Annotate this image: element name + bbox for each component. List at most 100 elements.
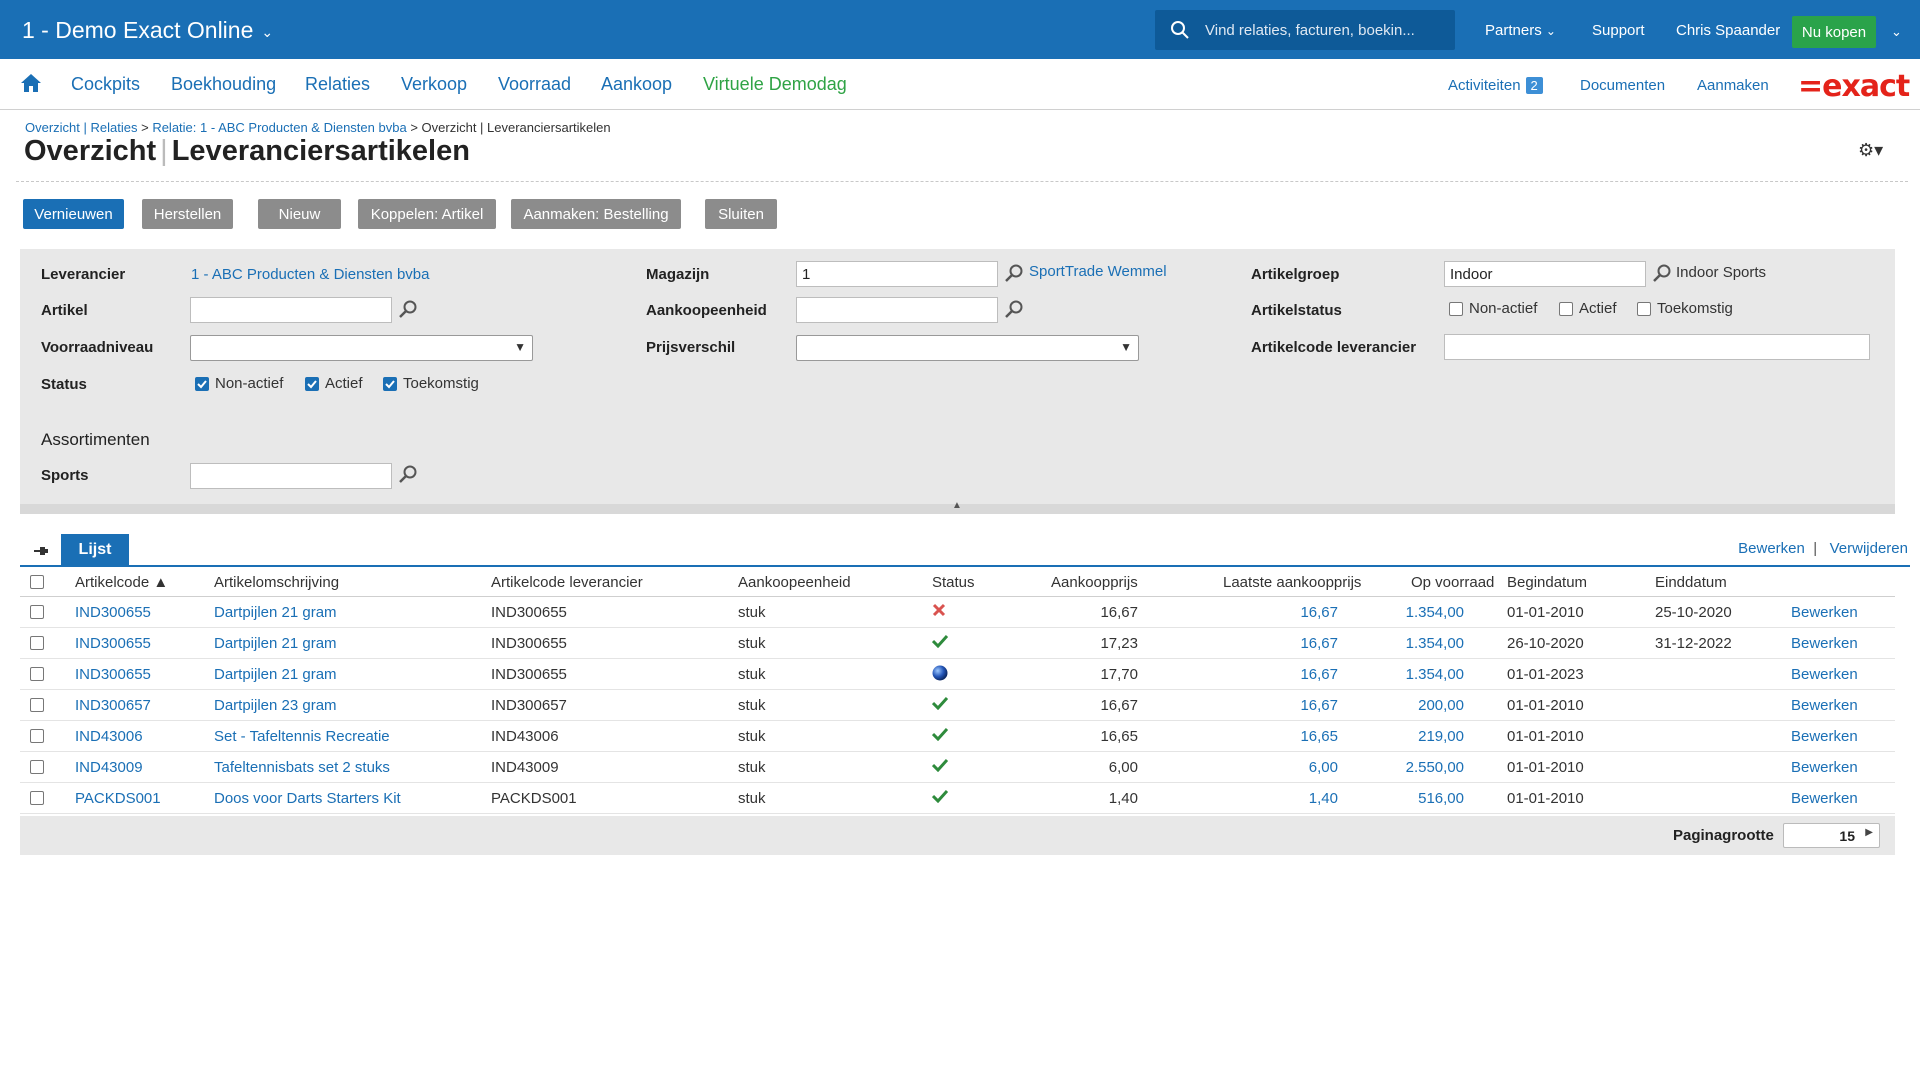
stock-link[interactable]: 1.354,00 xyxy=(1350,666,1464,683)
row-checkbox[interactable] xyxy=(30,698,44,712)
row-checkbox[interactable] xyxy=(30,636,44,650)
new-button[interactable]: Nieuw xyxy=(258,199,341,229)
item-description-link[interactable]: Dartpijlen 21 gram xyxy=(214,604,337,621)
activities-link[interactable]: Activiteiten 2 xyxy=(1448,77,1543,94)
last-purchase-price-link[interactable]: 16,67 xyxy=(1220,604,1338,621)
delete-list-link[interactable]: Verwijderen xyxy=(1830,540,1908,557)
breadcrumb-relation[interactable]: Relatie: 1 - ABC Producten & Diensten bv… xyxy=(152,120,406,135)
tools-icon[interactable]: ⚙▾ xyxy=(1858,140,1883,161)
warehouse-link[interactable]: SportTrade Wemmel xyxy=(1029,263,1167,280)
support-link[interactable]: Support xyxy=(1592,22,1645,39)
item-description-link[interactable]: Dartpijlen 23 gram xyxy=(214,697,337,714)
item-code-link[interactable]: IND300657 xyxy=(75,697,151,714)
item-description-link[interactable]: Dartpijlen 21 gram xyxy=(214,666,337,683)
row-checkbox[interactable] xyxy=(30,791,44,805)
row-checkbox[interactable] xyxy=(30,760,44,774)
col-artikelcode[interactable]: Artikelcode ▲ xyxy=(75,574,168,591)
item-status-active-checkbox[interactable]: Actief xyxy=(1559,300,1617,317)
last-purchase-price-link[interactable]: 16,67 xyxy=(1220,635,1338,652)
item-description-link[interactable]: Doos voor Darts Starters Kit xyxy=(214,790,401,807)
item-description-link[interactable]: Dartpijlen 21 gram xyxy=(214,635,337,652)
price-diff-select[interactable]: ▼ xyxy=(796,335,1139,361)
global-search[interactable] xyxy=(1155,10,1455,50)
nav-boekhouding[interactable]: Boekhouding xyxy=(171,74,276,95)
collapse-filter-bar[interactable]: ▲ xyxy=(20,500,1895,514)
row-edit-link[interactable]: Bewerken xyxy=(1791,666,1858,683)
page-size-stepper[interactable]: 15 ▶ xyxy=(1783,823,1880,848)
create-link[interactable]: Aanmaken xyxy=(1697,77,1769,94)
col-op-voorraad[interactable]: Op voorraad xyxy=(1411,574,1494,591)
stock-level-select[interactable]: ▼ xyxy=(190,335,533,361)
item-description-link[interactable]: Tafeltennisbats set 2 stuks xyxy=(214,759,390,776)
col-aankoopeenheid[interactable]: Aankoopeenheid xyxy=(738,574,851,591)
last-purchase-price-link[interactable]: 16,67 xyxy=(1220,666,1338,683)
stock-link[interactable]: 219,00 xyxy=(1350,728,1464,745)
magnifier-icon[interactable] xyxy=(1652,263,1672,288)
link-item-button[interactable]: Koppelen: Artikel xyxy=(358,199,496,229)
magnifier-icon[interactable] xyxy=(1004,299,1024,324)
magnifier-icon[interactable] xyxy=(398,299,418,324)
row-checkbox[interactable] xyxy=(30,667,44,681)
pin-icon[interactable] xyxy=(34,543,48,561)
item-code-link[interactable]: IND300655 xyxy=(75,635,151,652)
chevron-down-icon[interactable]: ⌄ xyxy=(1891,24,1902,40)
stock-link[interactable]: 1.354,00 xyxy=(1350,604,1464,621)
user-menu[interactable]: Chris Spaander xyxy=(1676,22,1780,39)
status-inactive-checkbox[interactable]: Non-actief xyxy=(195,375,283,392)
reset-button[interactable]: Herstellen xyxy=(142,199,233,229)
create-order-button[interactable]: Aanmaken: Bestelling xyxy=(511,199,681,229)
warehouse-input[interactable] xyxy=(796,261,998,287)
item-description-link[interactable]: Set - Tafeltennis Recreatie xyxy=(214,728,390,745)
row-edit-link[interactable]: Bewerken xyxy=(1791,635,1858,652)
item-input[interactable] xyxy=(190,297,392,323)
nav-verkoop[interactable]: Verkoop xyxy=(401,74,467,95)
breadcrumb-overview-relations[interactable]: Overzicht | Relaties xyxy=(25,120,137,135)
status-active-checkbox[interactable]: Actief xyxy=(305,375,363,392)
item-status-future-checkbox[interactable]: Toekomstig xyxy=(1637,300,1733,317)
last-purchase-price-link[interactable]: 1,40 xyxy=(1220,790,1338,807)
edit-list-link[interactable]: Bewerken xyxy=(1738,540,1805,557)
close-button[interactable]: Sluiten xyxy=(705,199,777,229)
sports-input[interactable] xyxy=(190,463,392,489)
partners-menu[interactable]: Partners ⌄ xyxy=(1485,22,1556,39)
stock-link[interactable]: 1.354,00 xyxy=(1350,635,1464,652)
last-purchase-price-link[interactable]: 16,65 xyxy=(1220,728,1338,745)
buy-now-button[interactable]: Nu kopen xyxy=(1792,16,1876,48)
status-future-checkbox[interactable]: Toekomstig xyxy=(383,375,479,392)
col-begindatum[interactable]: Begindatum xyxy=(1507,574,1587,591)
col-status[interactable]: Status xyxy=(932,574,975,591)
app-title[interactable]: 1 - Demo Exact Online ⌄ xyxy=(22,17,273,44)
row-edit-link[interactable]: Bewerken xyxy=(1791,697,1858,714)
home-icon[interactable] xyxy=(20,73,42,98)
item-group-input[interactable] xyxy=(1444,261,1646,287)
nav-virtuele-demodag[interactable]: Virtuele Demodag xyxy=(703,74,847,95)
nav-voorraad[interactable]: Voorraad xyxy=(498,74,571,95)
col-artikelcode-leverancier[interactable]: Artikelcode leverancier xyxy=(491,574,643,591)
row-edit-link[interactable]: Bewerken xyxy=(1791,790,1858,807)
item-code-link[interactable]: IND43009 xyxy=(75,759,143,776)
row-checkbox[interactable] xyxy=(30,729,44,743)
tab-lijst[interactable]: Lijst xyxy=(61,534,129,566)
row-edit-link[interactable]: Bewerken xyxy=(1791,759,1858,776)
supplier-code-input[interactable] xyxy=(1444,334,1870,360)
nav-cockpits[interactable]: Cockpits xyxy=(71,74,140,95)
stock-link[interactable]: 2.550,00 xyxy=(1350,759,1464,776)
col-laatste-aankoopprijs[interactable]: Laatste aankoopprijs xyxy=(1223,574,1361,591)
supplier-link[interactable]: 1 - ABC Producten & Diensten bvba xyxy=(191,266,429,283)
documents-link[interactable]: Documenten xyxy=(1580,77,1665,94)
magnifier-icon[interactable] xyxy=(398,464,418,489)
item-code-link[interactable]: IND300655 xyxy=(75,604,151,621)
col-einddatum[interactable]: Einddatum xyxy=(1655,574,1727,591)
purchase-unit-input[interactable] xyxy=(796,297,998,323)
col-aankoopprijs[interactable]: Aankoopprijs xyxy=(1051,574,1138,591)
item-status-inactive-checkbox[interactable]: Non-actief xyxy=(1449,300,1537,317)
row-checkbox[interactable] xyxy=(30,605,44,619)
item-code-link[interactable]: IND300655 xyxy=(75,666,151,683)
select-all-checkbox[interactable] xyxy=(30,575,44,589)
search-input[interactable] xyxy=(1205,21,1435,39)
stock-link[interactable]: 200,00 xyxy=(1350,697,1464,714)
refresh-button[interactable]: Vernieuwen xyxy=(23,199,124,229)
stock-link[interactable]: 516,00 xyxy=(1350,790,1464,807)
nav-aankoop[interactable]: Aankoop xyxy=(601,74,672,95)
col-artikelomschrijving[interactable]: Artikelomschrijving xyxy=(214,574,339,591)
